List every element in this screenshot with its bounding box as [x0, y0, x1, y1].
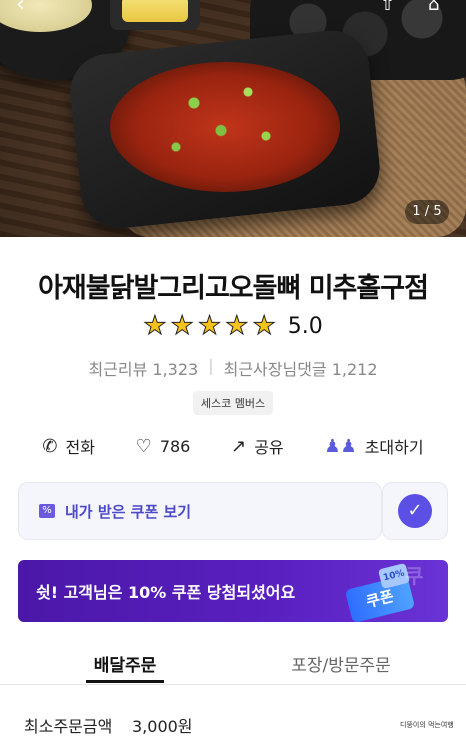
like-button[interactable]: ♡ 786: [136, 434, 191, 458]
min-order-value: 3,000원: [132, 717, 193, 736]
min-order-label: 최소주문금액: [24, 717, 113, 736]
share-icon[interactable]: ⇧: [380, 0, 395, 16]
action-row: ✆ 전화 ♡ 786 ↗ 공유 ♟♟ 초대하기: [0, 434, 466, 458]
tab-pickup[interactable]: 포장/방문주문: [281, 651, 401, 676]
call-button[interactable]: ✆ 전화: [42, 434, 95, 458]
star-icon: ★: [252, 311, 276, 342]
recent-reviews-link[interactable]: 최근리뷰 1,323: [88, 356, 198, 380]
back-icon[interactable]: ‹: [16, 0, 25, 16]
like-count: 786: [159, 436, 191, 456]
cesco-badge: 세스코 멤버스: [192, 391, 274, 415]
review-counts: 최근리뷰 1,323 | 최근사장님댓글 1,212: [0, 356, 466, 380]
coupon-label: 내가 받은 쿠폰 보기: [65, 502, 192, 521]
share-button[interactable]: ↗ 공유: [231, 434, 284, 458]
star-icon: ★: [170, 311, 194, 342]
star-icon: ★: [143, 311, 167, 342]
phone-icon: ✆: [42, 435, 58, 457]
share-label: 공유: [254, 438, 284, 457]
store-name: 아재불닭발그리고오돌뼈 미추홀구점: [38, 273, 429, 304]
divider: |: [208, 356, 214, 375]
promo-ghost-ticket: 쿠: [405, 564, 424, 588]
check-icon: ✓: [398, 494, 432, 528]
coupon-icon: %: [39, 504, 55, 518]
invite-button[interactable]: ♟♟ 초대하기: [324, 434, 423, 458]
rating-row: ★ ★ ★ ★ ★ 5.0: [0, 311, 466, 342]
star-icon: ★: [225, 311, 249, 342]
star-icon: ★: [197, 311, 222, 342]
share-icon: ↗: [231, 435, 247, 457]
watermark: 디뚱이의 먹는여행: [400, 721, 454, 729]
rating-score: 5.0: [287, 313, 323, 339]
pickled-radish: [122, 0, 188, 22]
tab-divider: [0, 684, 466, 685]
people-icon: ♟♟: [324, 435, 357, 457]
home-icon[interactable]: ⌂: [428, 0, 439, 16]
hero-image[interactable]: ‹ ⇧ ⌂ 1 / 5: [0, 0, 466, 237]
heart-icon: ♡: [135, 435, 152, 457]
call-label: 전화: [65, 438, 95, 457]
green-onion-garnish: [140, 70, 320, 180]
image-counter: 1 / 5: [405, 200, 449, 224]
tab-delivery[interactable]: 배달주문: [65, 651, 185, 676]
promo-text: 쉿! 고객님은 10% 쿠폰 당첨되셨어요: [36, 583, 296, 602]
owner-replies-link[interactable]: 최근사장님댓글 1,212: [224, 356, 378, 380]
coupon-check-button[interactable]: ✓: [382, 482, 448, 540]
my-coupons-button[interactable]: % 내가 받은 쿠폰 보기: [18, 482, 382, 540]
invite-label: 초대하기: [364, 438, 424, 457]
active-tab-indicator: [86, 680, 164, 683]
